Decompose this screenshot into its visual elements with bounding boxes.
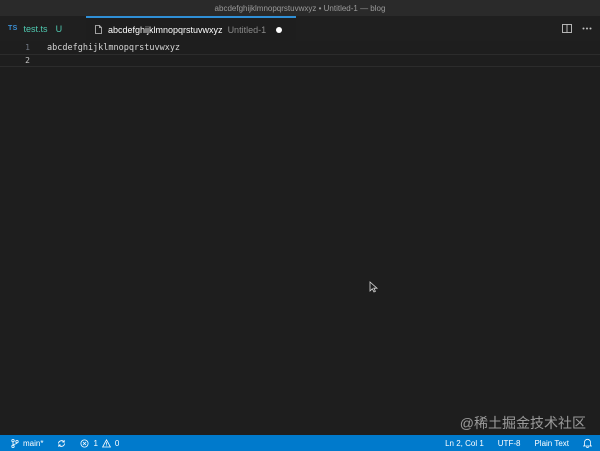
error-icon [80, 439, 89, 447]
line-number: 1 [25, 43, 30, 52]
tab-description: Untitled-1 [227, 24, 267, 35]
file-icon [95, 25, 102, 34]
editor-area[interactable]: 1 abcdefghijklmnopqrstuvwxyz 2 [0, 41, 600, 435]
typescript-icon: TS [8, 25, 18, 32]
split-editor-icon[interactable] [562, 24, 572, 33]
watermark: @稀土掘金技术社区 [459, 415, 586, 431]
line-text[interactable]: abcdefghijklmnopqrstuvwxyz [47, 43, 180, 53]
tab-label: abcdefghijklmnopqrstuvwxyz [108, 24, 223, 35]
tab-label: test.ts [23, 23, 48, 34]
branch-indicator[interactable]: main* [11, 439, 43, 448]
language-mode-selector[interactable]: Plain Text [534, 439, 569, 448]
cursor-position[interactable]: Ln 2, Col 1 [445, 439, 484, 448]
line-number: 2 [25, 56, 30, 65]
untracked-status-badge: U [55, 23, 63, 34]
warning-icon [101, 438, 111, 447]
more-actions-icon[interactable] [582, 27, 592, 30]
notifications-button[interactable] [583, 438, 592, 448]
problems-indicator[interactable]: 1 0 [80, 438, 120, 448]
mouse-pointer-icon [369, 281, 379, 293]
window-title-bar: abcdefghijklmnopqrstuvwxyz • Untitled-1 … [0, 0, 600, 16]
branch-name: main* [23, 438, 44, 448]
window-title: abcdefghijklmnopqrstuvwxyz • Untitled-1 … [214, 3, 386, 13]
tab-test-ts[interactable]: TS test.ts U [0, 16, 86, 41]
sync-button[interactable] [57, 439, 66, 448]
editor-actions [562, 16, 592, 41]
tab-untitled-1[interactable]: abcdefghijklmnopqrstuvwxyz Untitled-1 [86, 16, 296, 41]
source-control-branch-icon [11, 438, 19, 448]
unsaved-changes-dot[interactable] [276, 26, 283, 33]
editor-line-current[interactable]: 2 [0, 54, 600, 67]
error-count: 1 [93, 438, 98, 448]
editor-line[interactable]: 1 abcdefghijklmnopqrstuvwxyz [0, 41, 600, 54]
warning-count: 0 [114, 438, 120, 448]
status-bar: main* 1 0 Ln 2, Col 1 UTF-8 Plain Text [0, 435, 600, 451]
bell-icon [583, 438, 592, 448]
sync-icon [58, 439, 66, 447]
editor-tab-bar: TS test.ts U abcdefghijklmnopqrstuvwxyz … [0, 16, 600, 41]
encoding-selector[interactable]: UTF-8 [498, 439, 521, 448]
